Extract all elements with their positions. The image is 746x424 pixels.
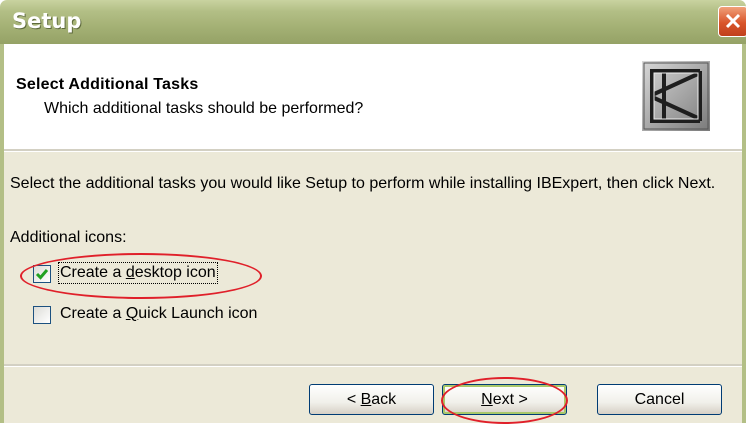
wizard-header: Select Additional Tasks Which additional… (4, 44, 742, 149)
instruction-text: Select the additional tasks you would li… (10, 175, 716, 192)
cancel-button[interactable]: Cancel (597, 384, 722, 415)
quick-launch-checkbox[interactable] (33, 306, 51, 324)
window-title: Setup (12, 9, 82, 33)
close-button[interactable] (718, 6, 746, 37)
button-bar: < Back Next > Cancel (4, 367, 742, 424)
page-title: Select Additional Tasks (16, 76, 199, 93)
close-icon (725, 13, 741, 29)
next-button[interactable]: Next > (442, 384, 567, 415)
ibexpert-logo-icon (642, 61, 710, 131)
group-label: Additional icons: (10, 229, 127, 246)
quick-launch-label[interactable]: Create a Quick Launch icon (60, 305, 257, 323)
checkmark-icon (35, 269, 49, 280)
setup-window: Setup Select Additional Tasks Which addi… (0, 0, 746, 424)
desktop-icon-label[interactable]: Create a desktop icon (58, 262, 218, 284)
window-frame-right (742, 44, 746, 423)
back-button[interactable]: < Back (309, 384, 434, 415)
tasks-panel: Select the additional tasks you would li… (4, 152, 742, 364)
page-subtitle: Which additional tasks should be perform… (44, 100, 364, 117)
desktop-icon-checkbox[interactable] (33, 265, 51, 283)
title-bar[interactable]: Setup (0, 0, 746, 44)
